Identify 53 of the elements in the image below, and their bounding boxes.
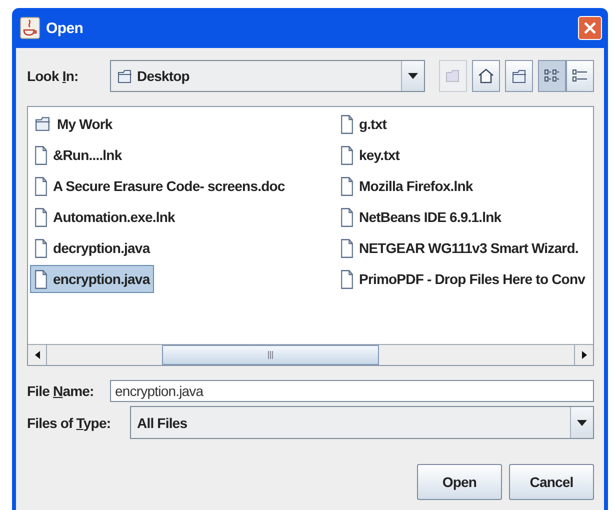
- file-item[interactable]: NETGEAR WG111v3 Smart Wizard.: [336, 234, 582, 262]
- file-type-dropdown[interactable]: All Files: [130, 406, 594, 439]
- document-icon: [34, 146, 48, 164]
- document-icon: [340, 270, 354, 288]
- document-icon: [340, 176, 354, 196]
- dialog-button[interactable]: Cancel: [509, 464, 594, 500]
- file-type-label: Files of Type:: [27, 414, 112, 430]
- list-view-icon: [544, 69, 560, 83]
- file-name-field[interactable]: encryption.java: [110, 380, 594, 402]
- file-item[interactable]: key.txt: [336, 141, 404, 169]
- home-icon: [478, 68, 494, 84]
- dropdown-value: Desktop: [137, 68, 190, 84]
- file-item[interactable]: encryption.java: [30, 265, 154, 293]
- document-icon: [34, 238, 48, 258]
- details-button[interactable]: [566, 60, 594, 92]
- folder-icon: [34, 116, 52, 132]
- new-folder-button[interactable]: [505, 60, 533, 92]
- folder-icon: [512, 68, 526, 84]
- document-icon: [340, 146, 354, 164]
- dropdown-value: All Files: [137, 414, 188, 430]
- close-icon: [583, 21, 597, 35]
- document-icon: [340, 238, 354, 258]
- file-item[interactable]: PrimoPDF - Drop Files Here to Conv: [336, 265, 589, 293]
- look-in-dropdown[interactable]: Desktop: [110, 60, 425, 92]
- file-item[interactable]: A Secure Erasure Code- screens.doc: [30, 172, 289, 200]
- details-view-icon: [572, 69, 588, 83]
- scroll-left-icon[interactable]: [34, 351, 40, 359]
- file-item[interactable]: Automation.exe.lnk: [30, 203, 179, 231]
- file-item[interactable]: NetBeans IDE 6.9.1.lnk: [336, 203, 506, 231]
- document-icon: [34, 176, 48, 196]
- home-button[interactable]: [472, 60, 500, 92]
- dropdown-arrow-icon: [408, 73, 418, 79]
- list-button[interactable]: [538, 60, 566, 92]
- document-icon: [340, 208, 354, 226]
- file-item[interactable]: decryption.java: [30, 234, 154, 262]
- scroll-right-icon[interactable]: [582, 351, 586, 359]
- document-icon: [340, 114, 354, 134]
- file-name-label: File Name:: [27, 383, 95, 399]
- look-in-label: Look In:: [27, 68, 80, 84]
- document-icon: [34, 270, 48, 288]
- file-item[interactable]: Mozilla Firefox.lnk: [336, 172, 477, 200]
- dropdown-arrow-icon: [577, 420, 587, 426]
- document-icon: [34, 208, 48, 226]
- file-item[interactable]: &Run....lnk: [30, 141, 126, 169]
- java-cup-icon: [20, 17, 40, 39]
- close-button[interactable]: [578, 16, 602, 40]
- horizontal-scrollbar[interactable]: [28, 344, 593, 365]
- scrollbar-thumb[interactable]: [162, 345, 379, 365]
- file-item[interactable]: g.txt: [336, 110, 391, 138]
- folder-icon: [117, 68, 133, 84]
- window-title: Open: [46, 20, 84, 36]
- dialog-button[interactable]: Open: [417, 464, 502, 500]
- file-item[interactable]: My Work: [30, 110, 116, 138]
